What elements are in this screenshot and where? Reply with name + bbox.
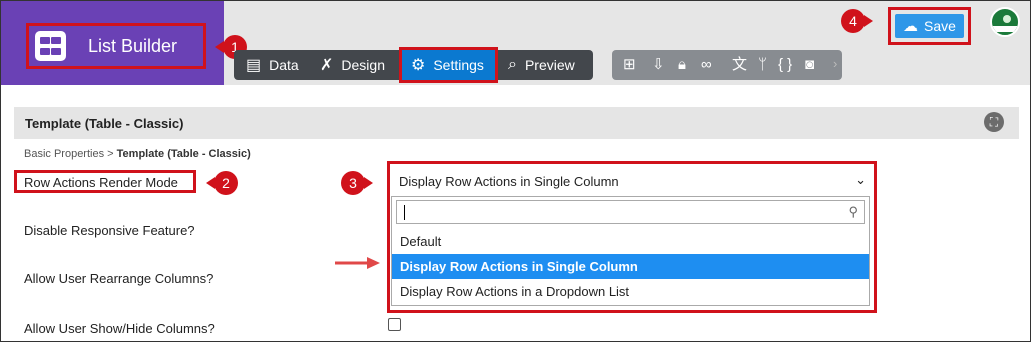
design-tools-icon: ✗ (320, 57, 334, 74)
preview-icon: ⌕ (508, 56, 517, 73)
select-value: Display Row Actions in Single Column (399, 173, 619, 189)
fullscreen-icon[interactable]: ⛶ (984, 112, 1004, 132)
row-actions-mode-label: Row Actions Render Mode (24, 175, 178, 190)
avatar[interactable] (990, 7, 1020, 37)
translate-icon[interactable]: 文 (732, 56, 747, 74)
search-icon: ⚲ (848, 204, 858, 219)
dropdown-search-input[interactable] (397, 201, 837, 223)
dropdown-option[interactable]: Display Row Actions in a Dropdown List (392, 279, 869, 304)
dropdown-option-selected[interactable]: Display Row Actions in Single Column (392, 254, 869, 279)
code-braces-icon[interactable]: { } (778, 56, 792, 74)
show-hide-columns-label: Allow User Show/Hide Columns? (24, 321, 215, 336)
import-icon[interactable]: ⇩ (652, 56, 665, 74)
gear-icon: ⚙ (411, 57, 426, 74)
chevron-down-icon: ⌄ (855, 172, 866, 187)
app-title: List Builder (88, 36, 178, 56)
grid-icon (35, 31, 66, 61)
dropdown-search: ⚲ (396, 200, 865, 224)
text-caret (404, 205, 405, 220)
branch-icon[interactable]: ᛘ (758, 56, 767, 74)
chevron-right-icon[interactable]: › (833, 56, 837, 71)
breadcrumb-root[interactable]: Basic Properties (24, 148, 104, 160)
app-frame: List Builder 1 ▤ Data ✗ Design ⚙ Setting… (0, 0, 1031, 342)
breadcrumb: Basic Properties > Template (Table - Cla… (24, 148, 251, 160)
callout-badge-3: 3 (341, 171, 373, 195)
tool-strip: ⊞ ⇩ 🔒︎ ∞ 文 ᛘ { } ◙ (612, 50, 842, 80)
table-icon: ▤ (246, 57, 262, 74)
rearrange-columns-label: Allow User Rearrange Columns? (24, 271, 214, 286)
cloud-upload-icon: ☁ (903, 18, 919, 35)
pointer-arrow (335, 257, 380, 269)
tab-preview[interactable]: ⌕ Preview (508, 50, 575, 80)
row-actions-mode-select[interactable]: Display Row Actions in Single Column ⌄ (391, 167, 870, 195)
top-bar: List Builder 1 ▤ Data ✗ Design ⚙ Setting… (1, 1, 1030, 85)
view-tabs: ▤ Data ✗ Design ⚙ Settings ⌕ Preview (234, 47, 593, 83)
show-hide-columns-checkbox[interactable] (388, 318, 401, 331)
tab-design-label: Design (341, 57, 385, 73)
binoculars-icon[interactable]: ∞ (701, 56, 712, 74)
save-button[interactable]: ☁ Save (895, 14, 964, 38)
panel-title: Template (Table - Classic) (25, 116, 184, 131)
callout-badge-2: 2 (206, 171, 238, 195)
disable-responsive-label: Disable Responsive Feature? (24, 223, 195, 238)
callout-badge-4: 4 (841, 9, 873, 33)
save-highlight: ☁ Save (888, 7, 971, 45)
lock-icon[interactable]: 🔒︎ (678, 56, 686, 74)
breadcrumb-current: Template (Table - Classic) (116, 148, 251, 160)
brand-highlight: List Builder (26, 23, 206, 69)
tab-data[interactable]: ▤ Data (246, 50, 299, 80)
tab-design[interactable]: ✗ Design (320, 50, 385, 80)
panel-header: Template (Table - Classic) ⛶ (14, 107, 1019, 139)
dropdown-option[interactable]: Default (392, 229, 869, 254)
tab-settings-label: Settings (433, 57, 484, 73)
tab-preview-label: Preview (524, 57, 575, 73)
save-label: Save (924, 18, 956, 34)
tab-data-label: Data (269, 57, 299, 73)
breadcrumb-separator: > (107, 148, 114, 160)
select-dropdown: ⚲ Default Display Row Actions in Single … (391, 196, 870, 306)
camera-icon[interactable]: ◙ (805, 56, 814, 74)
sitemap-icon[interactable]: ⊞ (623, 56, 636, 74)
tab-settings[interactable]: ⚙ Settings (399, 47, 498, 83)
brand-area: List Builder (1, 1, 224, 85)
